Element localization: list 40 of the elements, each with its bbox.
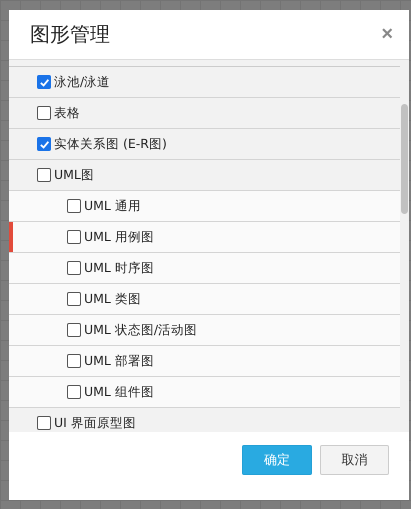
list-row[interactable]: UML图 bbox=[9, 160, 400, 191]
item-label: UI 界面原型图 bbox=[54, 414, 136, 432]
item-label: UML 状态图/活动图 bbox=[84, 322, 198, 338]
cancel-button[interactable]: 取消 bbox=[320, 445, 389, 475]
item-label: 实体关系图 (E-R图) bbox=[54, 136, 167, 152]
list-row[interactable]: UML 时序图 bbox=[9, 253, 400, 284]
checkbox[interactable] bbox=[67, 354, 81, 368]
close-button[interactable]: × bbox=[381, 23, 393, 46]
list-row[interactable]: 实体关系图 (E-R图) bbox=[9, 129, 400, 160]
item-label: UML 用例图 bbox=[84, 228, 154, 246]
item-label: 表格 bbox=[54, 104, 80, 122]
item-label: UML图 bbox=[54, 166, 94, 184]
list-row[interactable]: 泳池/泳道 bbox=[9, 67, 400, 98]
item-label: 泳池/泳道 bbox=[54, 74, 110, 90]
checkbox[interactable] bbox=[37, 416, 51, 430]
checkbox[interactable] bbox=[67, 323, 81, 337]
item-label: UML 时序图 bbox=[84, 260, 154, 276]
list-row[interactable]: UI 界面原型图 bbox=[9, 408, 400, 432]
checkbox[interactable] bbox=[37, 106, 51, 120]
list-row[interactable]: UML 类图 bbox=[9, 284, 400, 315]
checkbox[interactable] bbox=[67, 261, 81, 275]
list-row[interactable]: UML 通用 bbox=[9, 191, 400, 222]
list-row[interactable]: UML 组件图 bbox=[9, 377, 400, 408]
item-label: UML 部署图 bbox=[84, 352, 154, 370]
list-row[interactable]: UML 状态图/活动图 bbox=[9, 315, 400, 346]
list-row[interactable]: UML 用例图 bbox=[9, 222, 400, 253]
checkbox[interactable] bbox=[37, 137, 51, 151]
checkbox[interactable] bbox=[67, 385, 81, 399]
dialog-title: 图形管理 bbox=[30, 21, 110, 48]
checkbox[interactable] bbox=[67, 199, 81, 213]
checkbox[interactable] bbox=[67, 292, 81, 306]
item-label: UML 通用 bbox=[84, 198, 141, 214]
scrollbar[interactable] bbox=[400, 60, 409, 432]
checkbox[interactable] bbox=[37, 168, 51, 182]
list-row[interactable]: UML 部署图 bbox=[9, 346, 400, 377]
item-label: UML 组件图 bbox=[84, 384, 154, 400]
item-label: UML 类图 bbox=[84, 290, 141, 308]
checkbox[interactable] bbox=[37, 75, 51, 89]
checkbox[interactable] bbox=[67, 230, 81, 244]
list-row[interactable]: 表格 bbox=[9, 98, 400, 129]
